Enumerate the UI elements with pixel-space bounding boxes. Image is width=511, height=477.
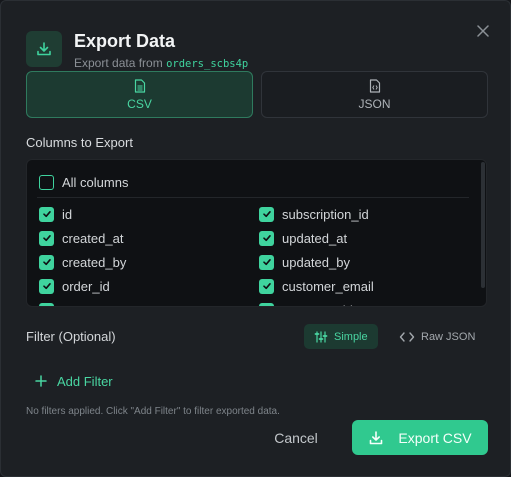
export-csv-button[interactable]: Export CSV	[352, 420, 488, 455]
check-icon	[262, 235, 271, 242]
checkbox[interactable]	[39, 254, 54, 270]
checkbox[interactable]	[39, 174, 54, 190]
check-icon	[262, 283, 271, 290]
divider	[37, 197, 469, 198]
column-name: order_id	[62, 278, 110, 294]
filter-mode-raw-json[interactable]: Raw JSON	[389, 324, 485, 349]
columns-list[interactable]: All columns id created_at created_by ord…	[26, 159, 487, 307]
table-name: orders_scbs4p	[166, 58, 249, 70]
dialog-title: Export Data	[74, 31, 176, 51]
sliders-icon	[314, 331, 328, 342]
download-icon	[370, 430, 383, 444]
check-icon	[42, 305, 52, 307]
all-columns-toggle[interactable]: All columns	[39, 173, 128, 191]
check-icon	[42, 235, 51, 242]
checkbox[interactable]	[39, 230, 54, 246]
column-name: updated_at	[282, 230, 348, 246]
check-icon	[42, 211, 51, 218]
add-filter-button[interactable]: Add Filter	[35, 371, 113, 391]
column-item[interactable]: created_at	[39, 229, 123, 247]
format-option-label: JSON	[358, 96, 391, 111]
plus-icon	[35, 375, 47, 387]
code-icon	[399, 331, 415, 342]
download-icon	[37, 42, 51, 56]
subtitle-prefix: Export data from	[74, 56, 163, 70]
column-item[interactable]: customer_id	[259, 301, 353, 307]
columns-section-label: Columns to Export	[26, 135, 133, 150]
checkbox[interactable]	[259, 206, 274, 222]
column-item[interactable]: id	[39, 205, 72, 223]
column-item[interactable]: updated_by	[259, 253, 350, 271]
column-item[interactable]: order_id	[39, 277, 110, 295]
column-item[interactable]: status	[39, 301, 97, 307]
check-icon	[42, 283, 51, 290]
format-option-json[interactable]: JSON	[261, 71, 488, 118]
filter-section-label: Filter (Optional)	[26, 329, 116, 344]
check-icon	[262, 211, 271, 218]
checkbox[interactable]	[259, 254, 274, 270]
column-name: created_by	[62, 254, 127, 270]
checkbox[interactable]	[259, 230, 274, 246]
column-item[interactable]: created_by	[39, 253, 126, 271]
json-file-icon	[369, 78, 380, 93]
close-icon	[477, 25, 489, 37]
column-item[interactable]: customer_email	[259, 277, 374, 295]
dialog-subtitle: Export data from orders_scbs4p	[74, 56, 248, 70]
filter-mode-label: Simple	[334, 330, 368, 343]
close-button[interactable]	[473, 21, 493, 41]
column-name: customer_email	[282, 278, 374, 294]
download-badge	[26, 31, 62, 67]
column-name: created_at	[62, 230, 124, 246]
checkbox[interactable]	[39, 302, 54, 307]
column-name: updated_by	[282, 254, 350, 270]
column-name: status	[62, 303, 97, 307]
filter-mode-simple[interactable]: Simple	[304, 324, 378, 349]
checkbox[interactable]	[39, 206, 54, 222]
format-option-label: CSV	[127, 96, 152, 111]
export-button-label: Export CSV	[398, 429, 472, 446]
column-name: customer_id	[282, 303, 353, 307]
add-filter-label: Add Filter	[57, 373, 113, 389]
check-icon	[262, 305, 272, 307]
format-option-csv[interactable]: CSV	[26, 71, 253, 118]
csv-file-icon	[134, 78, 145, 93]
filter-mode-label: Raw JSON	[421, 330, 476, 343]
filter-hint: No filters applied. Click "Add Filter" t…	[26, 406, 280, 417]
check-icon	[262, 259, 271, 266]
column-item[interactable]: subscription_id	[259, 205, 369, 223]
export-data-dialog: Export Data Export data from orders_scbs…	[0, 0, 511, 477]
checkbox[interactable]	[39, 278, 54, 294]
all-columns-label: All columns	[62, 174, 129, 190]
column-name: subscription_id	[282, 206, 369, 222]
check-icon	[42, 259, 51, 266]
column-name: id	[62, 206, 73, 222]
columns-scrollbar[interactable]	[481, 162, 485, 288]
cancel-button[interactable]: Cancel	[263, 421, 329, 455]
column-item[interactable]: updated_at	[259, 229, 347, 247]
checkbox[interactable]	[259, 278, 274, 294]
checkbox[interactable]	[259, 302, 274, 307]
